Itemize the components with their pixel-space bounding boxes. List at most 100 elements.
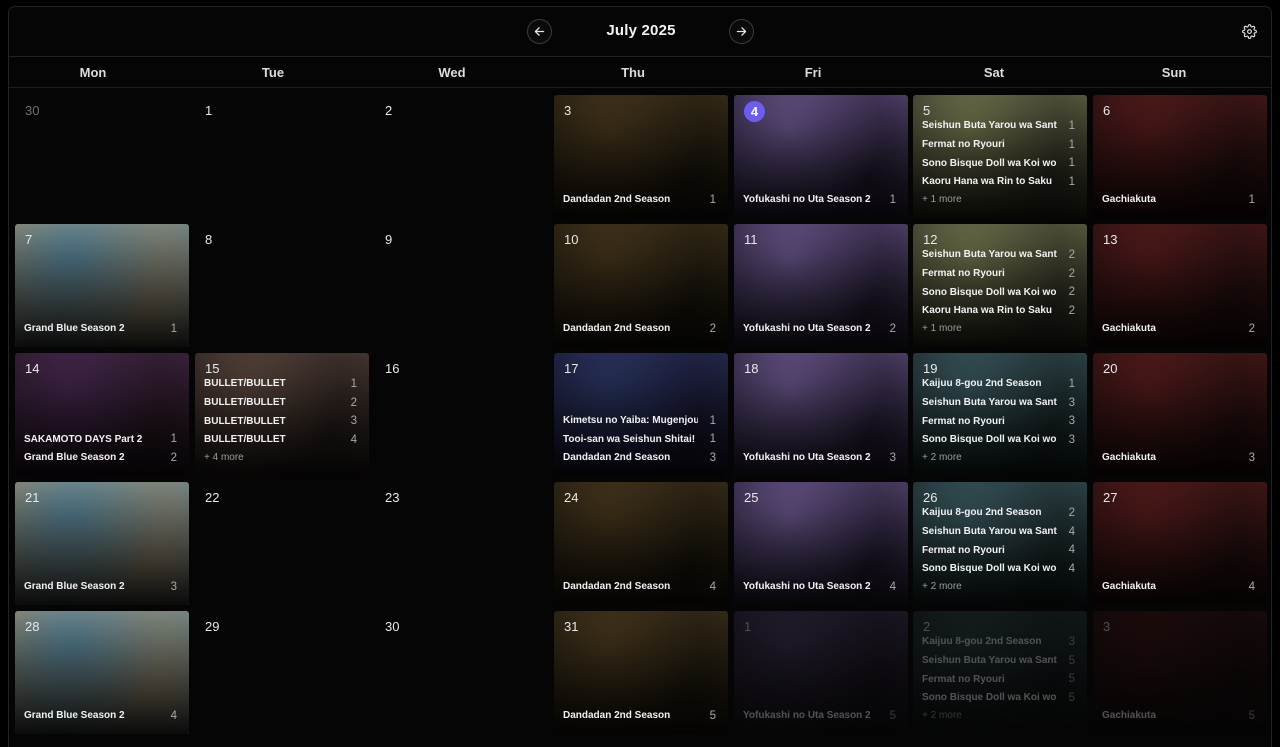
more-episodes-link[interactable]: + 1 more	[922, 320, 1075, 338]
day-cell[interactable]: 4 Yofukashi no Uta Season 2 1	[734, 95, 908, 218]
day-cell[interactable]: 12Seishun Buta Yarou wa Santa Claus2Ferm…	[913, 224, 1087, 347]
episode-item[interactable]: Sono Bisque Doll wa Koi wo Suru 4	[922, 559, 1075, 578]
episode-item[interactable]: Yofukashi no Uta Season 2 4	[743, 577, 896, 596]
episode-item[interactable]: Fermat no Ryouri 2	[922, 264, 1075, 283]
episode-item[interactable]: Fermat no Ryouri 3	[922, 412, 1075, 431]
episode-item[interactable]: Kaijuu 8-gou 2nd Season 2	[922, 504, 1075, 523]
episode-item[interactable]: Seishun Buta Yarou wa Santa Claus 1	[922, 117, 1075, 136]
episode-item[interactable]: Gachiakuta 3	[1102, 448, 1255, 467]
episode-item[interactable]: Sono Bisque Doll wa Koi wo Suru 2	[922, 283, 1075, 302]
episode-item[interactable]: Seishun Buta Yarou wa Santa Claus 3	[922, 393, 1075, 412]
episode-title: Kaijuu 8-gou 2nd Season	[922, 378, 1042, 390]
episode-number: 5	[1068, 691, 1075, 704]
episode-item[interactable]: Yofukashi no Uta Season 2 2	[743, 319, 896, 338]
day-cell[interactable]: 6 Gachiakuta 1	[1093, 95, 1267, 218]
episode-item[interactable]: Dandadan 2nd Season 2	[563, 319, 716, 338]
episode-number: 4	[1068, 544, 1075, 557]
day-number: 1	[205, 103, 213, 118]
day-cell[interactable]: 14 SAKAMOTO DAYS Part 2 1 Grand Blue Season…	[15, 353, 189, 476]
calendar-header: July 2025	[9, 7, 1271, 57]
more-episodes-link[interactable]: + 2 more	[922, 449, 1075, 467]
weekday-tue: Tue	[261, 65, 285, 80]
more-episodes-link[interactable]: + 2 more	[922, 578, 1075, 596]
day-cell[interactable]: 1 Yofukashi no Uta Season 2 5	[734, 611, 908, 734]
day-cell[interactable]: 27 Gachiakuta 4	[1093, 482, 1267, 605]
episode-item[interactable]: Tooi-san wa Seishun Shitai! "Ba 1	[563, 430, 716, 449]
episode-item[interactable]: Yofukashi no Uta Season 2 3	[743, 448, 896, 467]
episode-item[interactable]: BULLET/BULLET 2	[204, 393, 357, 412]
episode-item[interactable]: Grand Blue Season 2 2	[24, 448, 177, 467]
episode-item[interactable]: BULLET/BULLET 1	[204, 375, 357, 394]
day-cell[interactable]: 28 Grand Blue Season 2 4	[15, 611, 189, 734]
episode-item[interactable]: Grand Blue Season 2 3	[24, 577, 177, 596]
day-number: 30	[385, 619, 400, 634]
more-episodes-link[interactable]: + 4 more	[204, 449, 357, 467]
episode-item[interactable]: Kimetsu no Yaiba: Mugenjou-hen 1	[563, 411, 716, 430]
episode-number: 1	[1068, 157, 1075, 170]
episode-item[interactable]: Sono Bisque Doll wa Koi wo Suru 3	[922, 430, 1075, 449]
episode-item[interactable]: BULLET/BULLET 3	[204, 412, 357, 431]
episode-number: 3	[1068, 635, 1075, 648]
day-cell[interactable]: 2 Kaijuu 8-gou 2nd Season 3 Seishun Buta Ya…	[913, 611, 1087, 734]
episode-item[interactable]: Fermat no Ryouri 4	[922, 541, 1075, 560]
episode-number: 5	[889, 709, 896, 722]
episode-item[interactable]: Kaijuu 8-gou 2nd Season 3	[922, 633, 1075, 652]
episode-item[interactable]: Dandadan 2nd Season 5	[563, 706, 716, 725]
day-cell[interactable]: 15 BULLET/BULLET 1 BULLET/BULLET 2 BULLET/BUL…	[195, 353, 369, 476]
episode-item[interactable]: Dandadan 2nd Season 4	[563, 577, 716, 596]
episode-item[interactable]: Gachiakuta 2	[1102, 319, 1255, 338]
episode-item[interactable]: Dandadan 2nd Season 1	[563, 190, 716, 209]
day-cell[interactable]: 7 Grand Blue Season 2 1	[15, 224, 189, 347]
episode-title: Gachiakuta	[1102, 581, 1156, 593]
more-episodes-link[interactable]: + 1 more	[922, 191, 1075, 209]
episode-item[interactable]: Grand Blue Season 2 4	[24, 706, 177, 725]
day-cell[interactable]: 5Seishun Buta Yarou wa Santa Claus1Ferma…	[913, 95, 1087, 218]
episode-item[interactable]: Gachiakuta 1	[1102, 190, 1255, 209]
episode-item[interactable]: Kaijuu 8-gou 2nd Season 1	[922, 375, 1075, 394]
day-cell[interactable]: 3 Gachiakuta 5	[1093, 611, 1267, 734]
episode-item[interactable]: Seishun Buta Yarou wa Santa Claus 2	[922, 246, 1075, 265]
day-cell[interactable]: 31 Dandadan 2nd Season 5	[554, 611, 728, 734]
episode-item[interactable]: Yofukashi no Uta Season 2 1	[743, 190, 896, 209]
episode-item[interactable]: Kaoru Hana wa Rin to Saku 1	[922, 172, 1075, 191]
day-cell[interactable]: 26 Kaijuu 8-gou 2nd Season 2 Seishun Buta Y…	[913, 482, 1087, 605]
day-cell[interactable]: 3 Dandadan 2nd Season 1	[554, 95, 728, 218]
episode-item[interactable]: Sono Bisque Doll wa Koi wo Suru 1	[922, 154, 1075, 173]
episode-item[interactable]: Seishun Buta Yarou wa Santa Claus 4	[922, 522, 1075, 541]
episode-title: Kaijuu 8-gou 2nd Season	[922, 507, 1042, 519]
episode-item[interactable]: Kaoru Hana wa Rin to Saku 2	[922, 301, 1075, 320]
episode-number: 2	[1068, 267, 1075, 280]
episode-number: 1	[709, 193, 716, 206]
day-cell[interactable]: 13 Gachiakuta 2	[1093, 224, 1267, 347]
episode-item[interactable]: Seishun Buta Yarou wa Santa Claus 5	[922, 651, 1075, 670]
day-cell: 8	[195, 224, 369, 347]
episode-item[interactable]: Gachiakuta 5	[1102, 706, 1255, 725]
episode-item[interactable]: Sono Bisque Doll wa Koi wo Suru 5	[922, 688, 1075, 707]
episode-item[interactable]: Fermat no Ryouri 1	[922, 135, 1075, 154]
day-cell[interactable]: 25 Yofukashi no Uta Season 2 4	[734, 482, 908, 605]
day-cell[interactable]: 20 Gachiakuta 3	[1093, 353, 1267, 476]
more-episodes-link[interactable]: + 2 more	[922, 707, 1075, 725]
previous-month-button[interactable]	[527, 19, 552, 44]
day-cell[interactable]: 24 Dandadan 2nd Season 4	[554, 482, 728, 605]
next-month-button[interactable]	[729, 19, 754, 44]
day-number: 14	[25, 361, 40, 376]
episode-item[interactable]: Fermat no Ryouri 5	[922, 670, 1075, 689]
episode-item[interactable]: Dandadan 2nd Season 3	[563, 448, 716, 467]
day-cell[interactable]: 17Kimetsu no Yaiba: Mugenjou-hen1Tooi-sa…	[554, 353, 728, 476]
day-cell[interactable]: 10 Dandadan 2nd Season 2	[554, 224, 728, 347]
episode-number: 1	[1068, 175, 1075, 188]
settings-button[interactable]	[1242, 24, 1257, 39]
day-cell[interactable]: 21 Grand Blue Season 2 3	[15, 482, 189, 605]
episode-item[interactable]: Grand Blue Season 2 1	[24, 319, 177, 338]
episode-item[interactable]: BULLET/BULLET 4	[204, 430, 357, 449]
day-cell[interactable]: 18 Yofukashi no Uta Season 2 3	[734, 353, 908, 476]
episode-item[interactable]: SAKAMOTO DAYS Part 2 1	[24, 430, 177, 449]
day-cell[interactable]: 11 Yofukashi no Uta Season 2 2	[734, 224, 908, 347]
episode-list: Yofukashi no Uta Season 2 1	[743, 190, 896, 209]
day-cell[interactable]: 19 Kaijuu 8-gou 2nd Season 1 Seishun Buta Y…	[913, 353, 1087, 476]
episode-title: Seishun Buta Yarou wa Santa Claus	[922, 120, 1057, 132]
episode-title: Sono Bisque Doll wa Koi wo Suru	[922, 563, 1057, 575]
episode-item[interactable]: Yofukashi no Uta Season 2 5	[743, 706, 896, 725]
episode-item[interactable]: Gachiakuta 4	[1102, 577, 1255, 596]
